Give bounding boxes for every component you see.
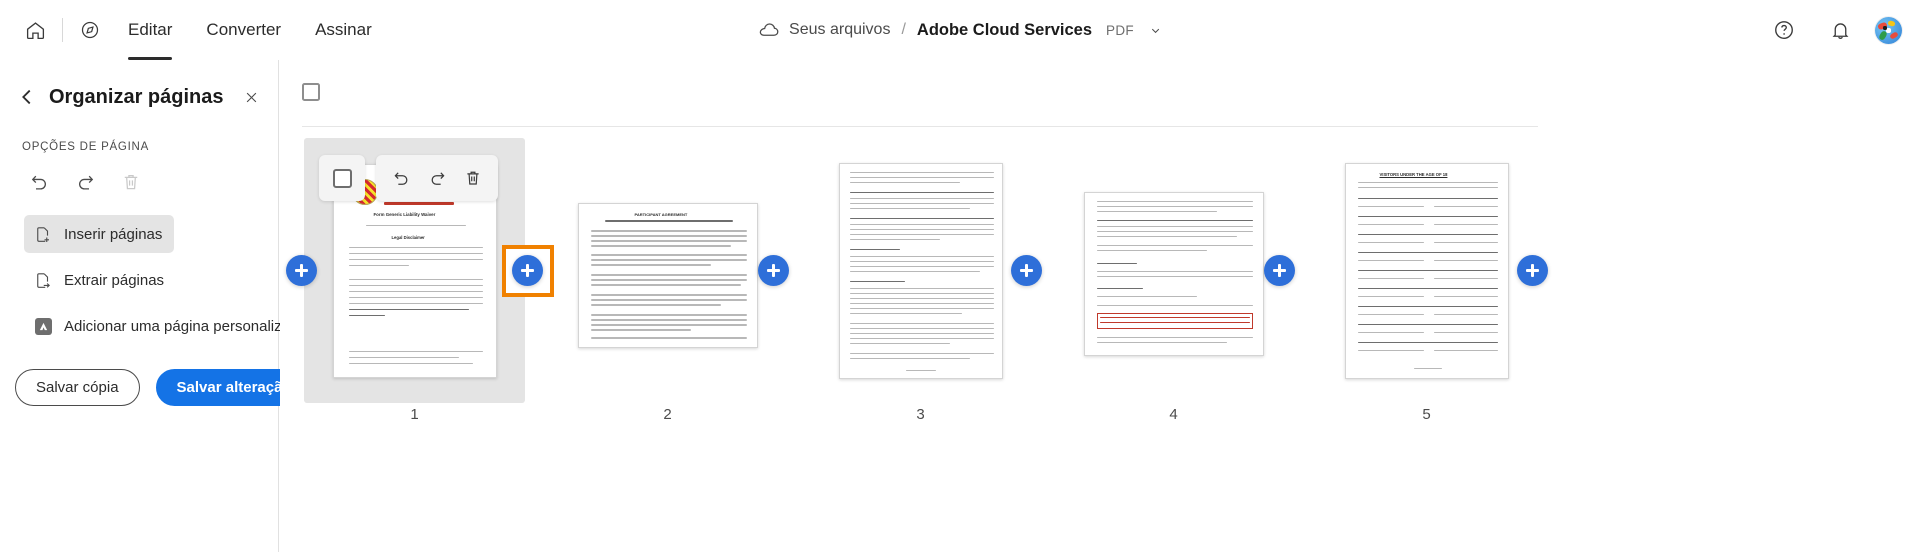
tab-editar-label: Editar: [128, 20, 173, 39]
tab-editar[interactable]: Editar: [111, 0, 189, 60]
page-number: 2: [663, 406, 672, 423]
chevron-down-icon[interactable]: [1149, 24, 1162, 37]
pages-workspace: Form Generic Liability Waiver Legal Disc…: [280, 60, 1920, 552]
panel-menu-list: Inserir páginas Extrair páginas Adiciona…: [0, 199, 307, 345]
save-changes-label: Salvar alteração: [176, 379, 292, 396]
page-card-1[interactable]: Form Generic Liability Waiver Legal Disc…: [304, 138, 525, 403]
breadcrumb-separator: /: [901, 21, 906, 38]
avatar[interactable]: [1875, 16, 1902, 44]
save-copy-button[interactable]: Salvar cópia: [15, 369, 140, 406]
page-number: 5: [1422, 406, 1431, 423]
top-bar-right: [1763, 0, 1902, 60]
divider: [302, 126, 1538, 127]
insert-page-button-2[interactable]: [758, 255, 789, 286]
breadcrumb-root[interactable]: Seus arquivos: [789, 21, 890, 39]
insert-page-button-1[interactable]: [512, 255, 543, 286]
page-card-4[interactable]: [1063, 138, 1284, 403]
sidebar-item-label: Adicionar uma página personalizada: [64, 317, 307, 335]
page-thumbnail-3[interactable]: [838, 162, 1003, 379]
insert-page-button-3[interactable]: [1011, 255, 1042, 286]
page-thumbnail-4[interactable]: [1083, 191, 1264, 356]
chevron-left-icon[interactable]: [12, 82, 42, 112]
workspace-toolbar: [280, 60, 1920, 127]
page-card-2[interactable]: PARTICIPANT AGREEMENT: [557, 138, 778, 403]
sidebar-item-label: Inserir páginas: [64, 225, 163, 243]
page-grid: Form Generic Liability Waiver Legal Disc…: [280, 138, 1920, 538]
tab-assinar-label: Assinar: [315, 20, 372, 39]
page-thumbnail-5[interactable]: VISITORS UNDER THE AGE OF 18: [1344, 162, 1509, 379]
page-select-checkbox[interactable]: [319, 155, 365, 201]
save-copy-label: Salvar cópia: [36, 379, 119, 396]
cloud-icon: [758, 22, 780, 38]
sidebar-item-label: Extrair páginas: [64, 271, 165, 289]
toolbar-divider: [62, 18, 63, 42]
document-title: Adobe Cloud Services: [916, 20, 1093, 39]
tab-converter[interactable]: Converter: [189, 0, 298, 60]
tab-converter-label: Converter: [206, 20, 282, 39]
sidebar-item-inserir-paginas[interactable]: Inserir páginas: [24, 215, 175, 253]
rotate-left-icon[interactable]: [22, 165, 56, 199]
page-thumbnail-2[interactable]: PARTICIPANT AGREEMENT: [577, 203, 758, 348]
insert-page-button-0[interactable]: [286, 255, 317, 286]
page-title: Organizar páginas: [49, 85, 224, 108]
top-bar: Editar Converter Assinar Seus arquivos /…: [0, 0, 1920, 60]
page-card-3[interactable]: [810, 138, 1031, 403]
insert-page-icon: [33, 224, 53, 244]
sidebar-item-extrair-paginas[interactable]: Extrair páginas: [24, 261, 176, 299]
insert-page-button-4[interactable]: [1264, 255, 1295, 286]
rotate-left-icon[interactable]: [386, 163, 416, 193]
extract-page-icon: [33, 270, 53, 290]
organize-pages-panel: Organizar páginas OPÇÕES DE PÁGINA Inser…: [0, 60, 313, 552]
section-label: OPÇÕES DE PÁGINA: [22, 141, 150, 153]
insert-page-button-5[interactable]: [1517, 255, 1548, 286]
page-number: 3: [916, 406, 925, 423]
page-card-5[interactable]: VISITORS UNDER THE AGE OF 18: [1316, 138, 1537, 403]
page-number: 4: [1169, 406, 1178, 423]
home-icon[interactable]: [14, 9, 56, 51]
panel-header: Organizar páginas: [0, 67, 278, 127]
select-all-checkbox[interactable]: [302, 83, 320, 101]
tab-assinar[interactable]: Assinar: [298, 0, 389, 60]
rotate-right-icon[interactable]: [68, 165, 102, 199]
rotate-right-icon[interactable]: [422, 163, 452, 193]
adobe-acrobat-window: Editar Converter Assinar Seus arquivos /…: [0, 0, 1920, 552]
adobe-logo-icon: [33, 316, 53, 336]
document-extension: PDF: [1106, 22, 1134, 38]
sidebar-item-adicionar-pagina-personalizada[interactable]: Adicionar uma página personalizada: [24, 307, 319, 345]
delete-icon[interactable]: [114, 165, 148, 199]
breadcrumb: Seus arquivos / Adobe Cloud Services PDF: [758, 0, 1162, 60]
close-icon[interactable]: [238, 84, 264, 110]
page-number: 1: [410, 406, 419, 423]
bell-icon[interactable]: [1819, 9, 1861, 51]
compass-icon[interactable]: [69, 9, 111, 51]
delete-icon[interactable]: [458, 163, 488, 193]
page-hover-toolbar: [376, 155, 498, 201]
help-circle-icon[interactable]: [1763, 9, 1805, 51]
panel-actions: Salvar cópia Salvar alteração: [0, 345, 313, 406]
top-bar-left: Editar Converter Assinar: [0, 0, 389, 60]
page-operations: [0, 153, 278, 199]
